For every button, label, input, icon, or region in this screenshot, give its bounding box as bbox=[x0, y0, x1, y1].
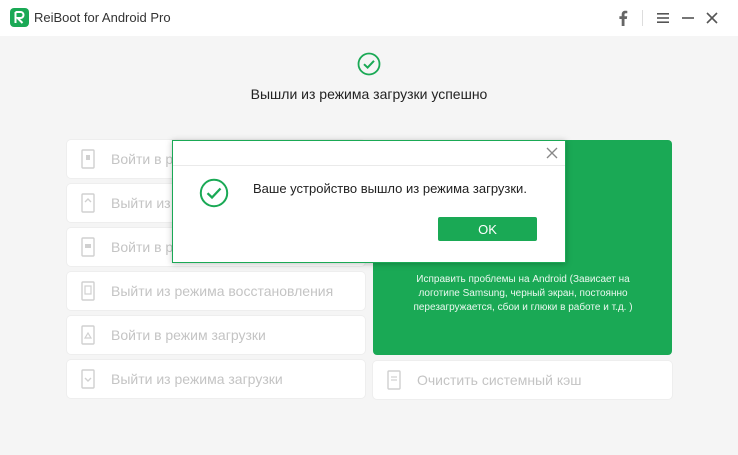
option-exit-download-mode[interactable]: Выйти из режима загрузки bbox=[67, 360, 365, 398]
clear-cache-card[interactable]: Очистить системный кэш bbox=[373, 361, 672, 399]
phone-icon bbox=[81, 369, 95, 394]
dialog-check-icon bbox=[199, 178, 229, 213]
option-label: Войти в режим загрузки bbox=[111, 327, 266, 343]
hamburger-icon[interactable] bbox=[652, 7, 674, 29]
title-bar: ReiBoot for Android Pro bbox=[0, 0, 738, 36]
facebook-icon[interactable] bbox=[612, 7, 634, 29]
titlebar-divider bbox=[642, 10, 643, 26]
ok-button[interactable]: OK bbox=[438, 217, 537, 241]
option-label: Выйти из режима загрузки bbox=[111, 371, 283, 387]
minimize-icon[interactable] bbox=[677, 7, 699, 29]
page-heading: Вышли из режима загрузки успешно bbox=[250, 86, 488, 102]
app-logo-icon bbox=[10, 8, 29, 27]
dialog-header-divider bbox=[173, 165, 565, 166]
app-title: ReiBoot for Android Pro bbox=[34, 10, 171, 25]
option-exit-recovery-mode[interactable]: Выйти из режима восстановления bbox=[67, 272, 365, 310]
option-label: Выйти из режима восстановления bbox=[111, 283, 334, 299]
phone-icon bbox=[81, 237, 95, 262]
dialog-message: Ваше устройство вышло из режима загрузки… bbox=[253, 181, 527, 196]
phone-icon bbox=[387, 370, 401, 395]
phone-icon bbox=[81, 149, 95, 174]
dialog-close-icon[interactable] bbox=[545, 146, 559, 160]
clear-cache-label: Очистить системный кэш bbox=[417, 372, 582, 388]
phone-icon bbox=[81, 281, 95, 306]
option-label: Войти в р bbox=[111, 151, 174, 167]
phone-icon bbox=[81, 325, 95, 350]
success-check-icon bbox=[357, 52, 381, 81]
repair-card-description: Исправить проблемы на Android (Зависает … bbox=[413, 274, 633, 313]
option-enter-download-mode[interactable]: Войти в режим загрузки bbox=[67, 316, 365, 354]
success-dialog: Ваше устройство вышло из режима загрузки… bbox=[172, 140, 566, 263]
option-label: Выйти из bbox=[111, 195, 171, 211]
option-label: Войти в р bbox=[111, 239, 174, 255]
phone-icon bbox=[81, 193, 95, 218]
close-icon[interactable] bbox=[701, 7, 723, 29]
